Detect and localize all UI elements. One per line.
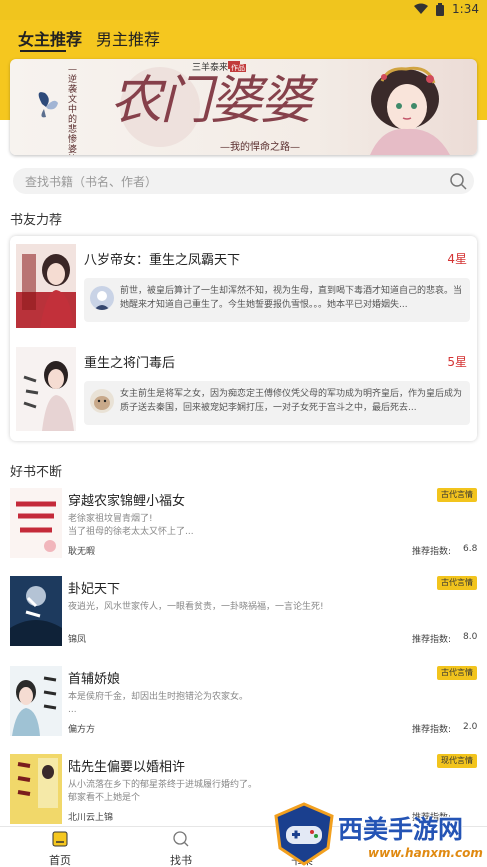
section-title-books: 好书不断 <box>10 465 63 480</box>
book-cover[interactable] <box>10 488 62 558</box>
book-category-tag: 现代言情 <box>437 754 477 768</box>
active-tab-indicator <box>20 50 66 52</box>
watermark-url: www.hanxm.com <box>368 846 483 860</box>
book-category-tag: 古代言情 <box>437 666 477 680</box>
recommend-comment-text: 前世，被皇后算计了一生却浑然不知，视为生母，直到喝下毒酒才知道自己的悲哀。当她醒… <box>120 286 463 310</box>
book-list-item[interactable]: 穿越农家锦鲤小福女 古代言情 老徐家祖坟冒青烟了! 当了祖母的徐老太太又怀上了..… <box>0 488 487 576</box>
book-list-item[interactable]: 卦妃天下 古代言情 夜逍光，风水世家传人，一眼看贫贵，一卦晓祸福，一言论生死! … <box>0 576 487 664</box>
status-time: 1:34 <box>452 2 479 16</box>
section-title-recommend: 书友力荐 <box>10 213 63 228</box>
status-icons: 1:34 <box>414 2 479 16</box>
recommend-comment: 前世，被皇后算计了一生却浑然不知，视为生母，直到喝下毒酒才知道自己的悲哀。当她醒… <box>84 278 470 322</box>
banner-title: 农门婆婆 <box>110 71 312 131</box>
search-icon <box>173 831 189 847</box>
banner-author-name: 三羊泰来 <box>192 63 229 73</box>
banner-author: 三羊泰来 作品 <box>192 60 247 73</box>
banner-tagline: —我的悍命之路— <box>220 142 300 153</box>
avatar <box>90 389 114 413</box>
search-bar[interactable]: 查找书籍（书名、作者） <box>13 168 474 194</box>
book-description-line: 从小流落在乡下的郁星茶终于进城履行婚约了。 <box>68 780 258 790</box>
book-cover[interactable] <box>10 666 62 736</box>
search-input[interactable]: 查找书籍（书名、作者） <box>25 173 157 190</box>
book-description: 本是侯府千金，却因出生时抱错沦为农家女。... <box>68 691 368 717</box>
book-title[interactable]: 穿越农家锦鲤小福女 <box>68 490 185 509</box>
recommend-item[interactable]: 八岁帝女：重生之凤霸天下 4星 前世，被皇后算计了一生却浑然不知，视为生母，直到… <box>10 236 477 336</box>
book-description-line: ... <box>68 705 77 715</box>
recommend-comment: 女主前生是将军之女，因为痴恋定王傅修仪凭父母的军功成为明齐皇后，作为皇后成为质子… <box>84 381 470 425</box>
book-score: 6.8 <box>463 544 478 554</box>
book-category-tag: 古代言情 <box>437 488 477 502</box>
tab-male-recommend[interactable]: 男主推荐 <box>96 26 160 50</box>
recommend-card: 八岁帝女：重生之凤霸天下 4星 前世，被皇后算计了一生却浑然不知，视为生母，直到… <box>10 236 477 441</box>
book-description-line: 当了祖母的徐老太太又怀上了... <box>68 527 194 537</box>
book-author: 北川云上锦 <box>68 813 114 823</box>
book-description-line: 老徐家祖坟冒青烟了! <box>68 514 153 524</box>
status-bar: 1:34 <box>0 0 487 20</box>
book-cover[interactable] <box>16 347 76 431</box>
book-score-label: 推荐指数: <box>412 635 452 645</box>
recommend-item[interactable]: 重生之将门毒后 5星 女主前生是将军之女，因为痴恋定王傅修仪凭父母的军功成为明齐… <box>10 339 477 439</box>
book-description-line: 本是侯府千金，却因出生时抱错沦为农家女。 <box>68 692 249 702</box>
book-title[interactable]: 卦妃天下 <box>68 578 120 597</box>
book-description-line: 夜逍光，风水世家传人，一眼看贫贵，一卦晓祸福，一言论生死! <box>68 602 324 612</box>
book-list-item[interactable]: 首辅娇娘 古代言情 本是侯府千金，却因出生时抱错沦为农家女。... 偏方方 推荐… <box>0 666 487 754</box>
nav-home-label: 首页 <box>49 854 71 867</box>
book-author: 锦凤 <box>68 635 87 645</box>
wifi-icon <box>414 3 429 14</box>
book-title[interactable]: 首辅娇娘 <box>68 668 120 687</box>
search-icon[interactable] <box>448 171 468 191</box>
book-cover[interactable] <box>16 244 76 328</box>
app-screen: 1:34 女主推荐 男主推荐 —逆袭文中的悲惨婆 农门婆婆 三羊泰来 作品 —我… <box>0 0 487 867</box>
banner-author-tag: 作品 <box>230 64 247 72</box>
recommend-title[interactable]: 八岁帝女：重生之凤霸天下 <box>84 249 240 268</box>
nav-find-books[interactable]: 找书 <box>151 830 211 867</box>
book-score-label: 推荐指数: <box>412 547 452 557</box>
book-title[interactable]: 陆先生偏要以婚相许 <box>68 756 185 775</box>
gamepad-logo-icon <box>274 802 334 866</box>
book-author: 偏方方 <box>68 725 96 735</box>
recommend-rating: 4星 <box>447 252 467 266</box>
book-score-label: 推荐指数: <box>412 725 452 735</box>
watermark-title: 西美手游网 <box>338 815 464 844</box>
book-author: 耿无暇 <box>68 547 96 557</box>
recommend-title[interactable]: 重生之将门毒后 <box>84 352 175 371</box>
book-cover[interactable] <box>10 576 62 646</box>
recommend-rating: 5星 <box>447 355 467 369</box>
book-score: 8.0 <box>463 632 478 642</box>
book-score: 2.0 <box>463 722 478 732</box>
book-cover[interactable] <box>10 754 62 824</box>
nav-home[interactable]: 首页 <box>30 830 90 867</box>
nav-find-books-label: 找书 <box>170 854 192 867</box>
featured-banner[interactable]: —逆袭文中的悲惨婆婆 农门婆婆 三羊泰来作品 —我的悍命之路— <box>10 59 477 155</box>
home-icon <box>52 831 68 847</box>
banner-subtitle: —逆袭文中的悲惨婆婆 <box>68 65 78 155</box>
watermark: 西美手游网 www.hanxm.com <box>272 800 487 867</box>
battery-icon <box>436 2 445 16</box>
book-category-tag: 古代言情 <box>437 576 477 590</box>
recommend-comment-text: 女主前生是将军之女，因为痴恋定王傅修仪凭父母的军功成为明齐皇后，作为皇后成为质子… <box>120 389 463 413</box>
tab-female-recommend[interactable]: 女主推荐 <box>18 26 82 50</box>
avatar <box>90 286 114 310</box>
book-description: 夜逍光，风水世家传人，一眼看贫贵，一卦晓祸福，一言论生死! <box>68 601 388 614</box>
book-description: 老徐家祖坟冒青烟了! 当了祖母的徐老太太又怀上了... <box>68 513 368 539</box>
